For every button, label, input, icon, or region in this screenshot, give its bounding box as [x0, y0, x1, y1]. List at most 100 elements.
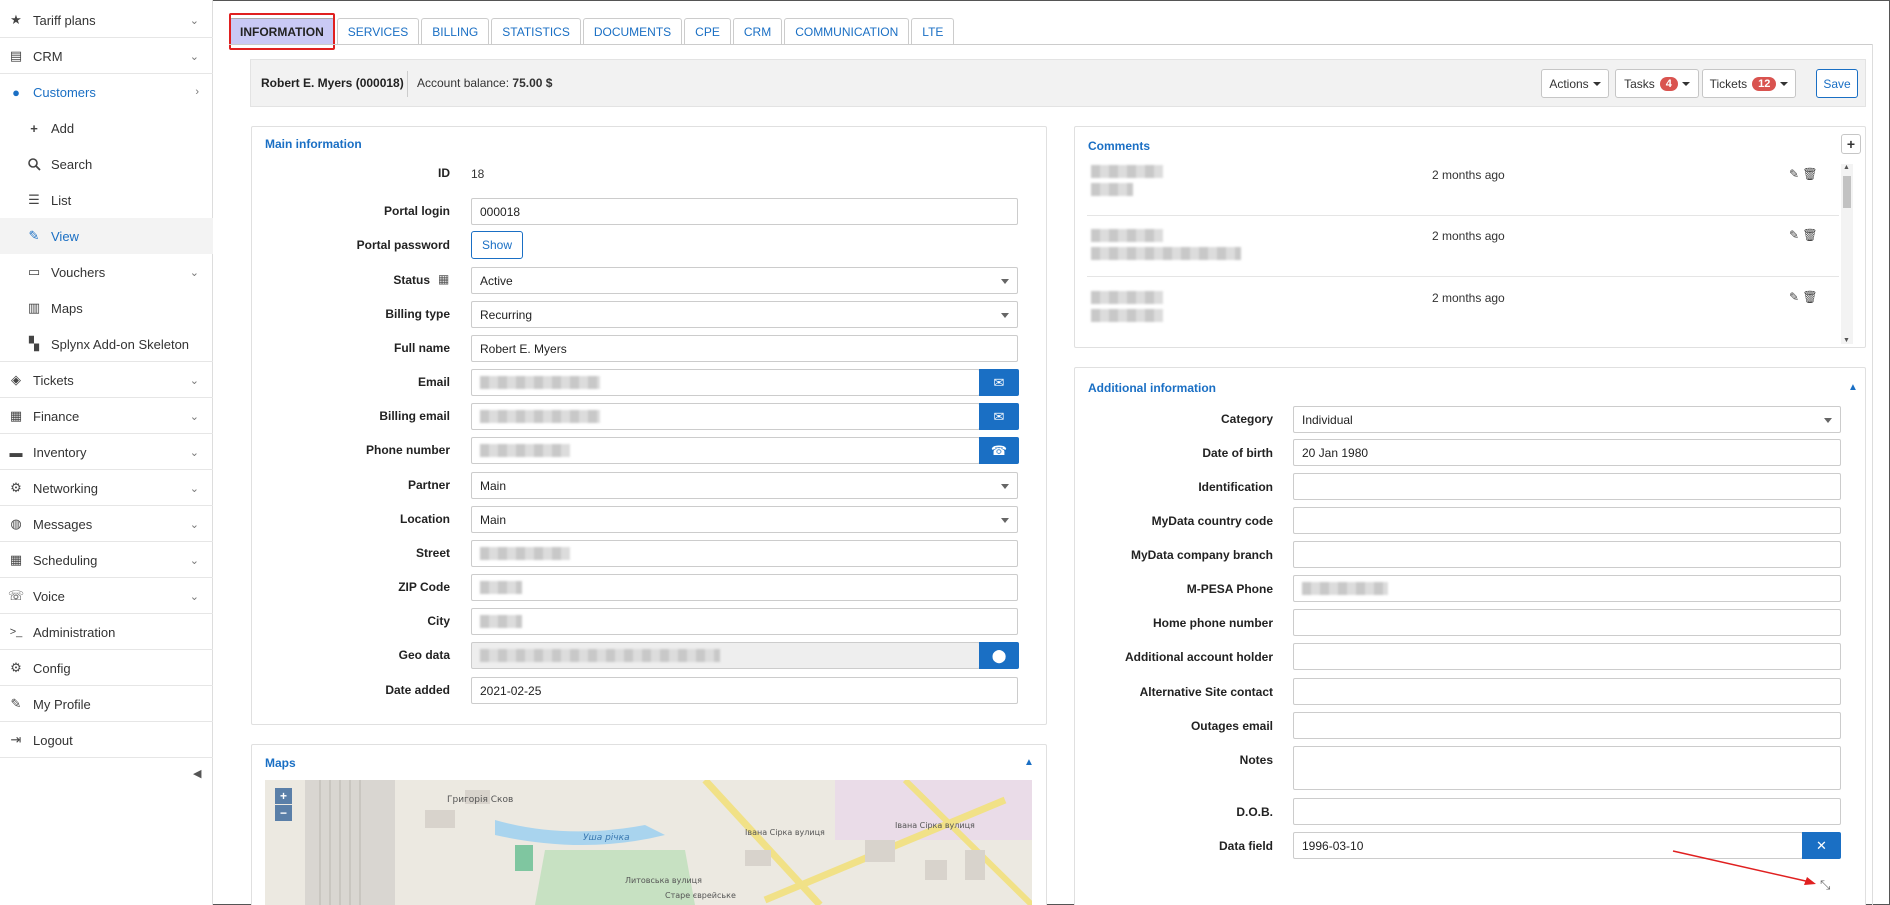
sidebar-item-tickets[interactable]: ◈ Tickets ⌄ — [0, 362, 213, 398]
sidebar-item-crm[interactable]: ▤ CRM ⌄ — [0, 38, 213, 74]
alternative-site-contact-input[interactable] — [1293, 678, 1841, 705]
chevron-down-icon: ⌄ — [189, 446, 199, 459]
chevron-down-icon: ⌄ — [189, 410, 199, 423]
customer-header-bar: Robert E. Myers (000018) Account balance… — [250, 59, 1866, 107]
date-of-birth-input[interactable]: 20 Jan 1980 — [1293, 439, 1841, 466]
save-button[interactable]: Save — [1816, 69, 1858, 98]
tab-communication[interactable]: COMMUNICATION — [784, 18, 910, 45]
sidebar-item-administration[interactable]: >_ Administration — [0, 614, 213, 650]
sidebar-item-list[interactable]: ☰ List — [0, 182, 213, 218]
sidebar-item-splynx-addon[interactable]: ▚ Splynx Add-on Skeleton — [0, 326, 213, 362]
mydata-company-branch-input[interactable] — [1293, 541, 1841, 568]
sidebar-collapse-icon[interactable]: ◀ — [193, 767, 201, 780]
notes-label: Notes — [1239, 753, 1273, 767]
mydata-country-code-input[interactable] — [1293, 507, 1841, 534]
email-label: Email — [417, 375, 450, 389]
outages-email-label: Outages email — [1190, 719, 1273, 733]
send-email-button[interactable]: ✉ — [979, 369, 1019, 396]
full-name-input[interactable]: Robert E. Myers — [471, 335, 1018, 362]
tab-crm[interactable]: CRM — [732, 18, 783, 45]
sidebar-item-logout[interactable]: ⇥ Logout — [0, 722, 213, 758]
map-view[interactable]: Григорія Сков Уша річка Івана Сірка вули… — [265, 780, 1032, 905]
comments-scrollbar[interactable]: ▲ ▼ — [1841, 164, 1853, 344]
call-phone-button[interactable]: ☎ — [979, 437, 1019, 464]
show-password-button[interactable]: Show — [471, 231, 524, 259]
phone-number-input[interactable] — [471, 437, 980, 464]
tickets-dropdown-button[interactable]: Tickets 12 — [1702, 69, 1796, 98]
resize-expand-icon[interactable]: ⤡ — [1820, 877, 1830, 893]
status-select[interactable]: Active — [471, 267, 1018, 294]
sidebar-item-maps[interactable]: ▥ Maps — [0, 290, 213, 326]
comment-item: 2 months ago ✎ 🗑 — [1087, 277, 1839, 337]
geo-data-input[interactable] — [471, 642, 980, 669]
search-icon — [26, 156, 42, 172]
tab-services[interactable]: SERVICES — [336, 18, 420, 45]
trash-icon[interactable]: 🗑 — [1802, 228, 1817, 242]
mpesa-phone-input[interactable] — [1293, 575, 1841, 602]
tasks-dropdown-button[interactable]: Tasks 4 — [1615, 69, 1699, 98]
sidebar-item-inventory[interactable]: ▬ Inventory ⌄ — [0, 434, 213, 470]
scroll-up-icon[interactable]: ▲ — [1843, 164, 1850, 171]
collapse-up-icon[interactable]: ▲ — [1024, 757, 1034, 768]
billing-type-select[interactable]: Recurring — [471, 301, 1018, 328]
sidebar-item-my-profile[interactable]: ✎ My Profile — [0, 686, 213, 722]
sidebar-item-tariff-plans[interactable]: ★ Tariff plans ⌄ — [0, 2, 213, 38]
email-input[interactable] — [471, 369, 980, 396]
trash-icon[interactable]: 🗑 — [1802, 167, 1817, 181]
geo-locate-button[interactable]: ⬤ — [979, 642, 1019, 669]
outages-email-input[interactable] — [1293, 712, 1841, 739]
calendar-icon[interactable]: ▦ — [438, 272, 449, 286]
scroll-down-icon[interactable]: ▼ — [1843, 337, 1850, 344]
sidebar-item-scheduling[interactable]: ▦ Scheduling ⌄ — [0, 542, 213, 578]
home-phone-number-input[interactable] — [1293, 609, 1841, 636]
send-billing-email-button[interactable]: ✉ — [979, 403, 1019, 430]
map-icon: ▥ — [27, 300, 41, 315]
actions-dropdown-button[interactable]: Actions — [1541, 69, 1609, 98]
category-select[interactable]: Individual — [1293, 406, 1841, 433]
sidebar-item-search[interactable]: Search — [0, 146, 213, 182]
sidebar-item-vouchers[interactable]: ▭ Vouchers ⌄ — [0, 254, 213, 290]
add-comment-button[interactable]: + — [1841, 134, 1861, 154]
notes-textarea[interactable] — [1293, 746, 1841, 790]
sidebar-item-messages[interactable]: ◍ Messages ⌄ — [0, 506, 213, 542]
caret-down-icon — [1592, 81, 1601, 86]
sidebar-item-view[interactable]: ✎ View — [0, 218, 213, 254]
map-zoom-out-button[interactable]: − — [275, 805, 292, 821]
date-added-input[interactable]: 2021-02-25 — [471, 677, 1018, 704]
location-select[interactable]: Main — [471, 506, 1018, 533]
identification-input[interactable] — [1293, 473, 1841, 500]
tab-billing[interactable]: BILLING — [421, 18, 490, 45]
sidebar-item-networking[interactable]: ⚙ Networking ⌄ — [0, 470, 213, 506]
billing-email-input[interactable] — [471, 403, 980, 430]
tab-cpe[interactable]: CPE — [684, 18, 731, 45]
tab-documents[interactable]: DOCUMENTS — [582, 18, 683, 45]
tab-lte[interactable]: LTE — [911, 18, 955, 45]
partner-select[interactable]: Main — [471, 472, 1018, 499]
collapse-up-icon[interactable]: ▲ — [1848, 382, 1858, 393]
portal-password-label: Portal password — [356, 238, 450, 252]
sidebar-item-add[interactable]: + Add — [0, 110, 213, 146]
street-input[interactable] — [471, 540, 1018, 567]
sidebar-item-customers[interactable]: ● Customers › — [0, 74, 213, 110]
map-zoom-in-button[interactable]: + — [275, 788, 292, 804]
scrollbar-thumb[interactable] — [1843, 176, 1851, 208]
edit-icon[interactable]: ✎ — [1789, 167, 1799, 181]
phone-icon: ☎ — [990, 442, 1008, 458]
svg-text:Литовська вулиця: Литовська вулиця — [625, 876, 702, 885]
edit-icon[interactable]: ✎ — [1789, 228, 1799, 242]
zip-code-input[interactable] — [471, 574, 1018, 601]
sidebar-item-finance[interactable]: ▦ Finance ⌄ — [0, 398, 213, 434]
svg-text:Старе єврейське: Старе єврейське — [665, 891, 736, 900]
edit-icon[interactable]: ✎ — [1789, 290, 1799, 304]
sidebar-item-voice[interactable]: ☏ Voice ⌄ — [0, 578, 213, 614]
sidebar-item-config[interactable]: ⚙ Config — [0, 650, 213, 686]
additional-account-holder-input[interactable] — [1293, 643, 1841, 670]
map-tiles: Григорія Сков Уша річка Івана Сірка вули… — [265, 780, 1032, 905]
dob-input[interactable] — [1293, 798, 1841, 825]
tab-statistics[interactable]: STATISTICS — [491, 18, 581, 45]
city-input[interactable] — [471, 608, 1018, 635]
portal-login-input[interactable]: 000018 — [471, 198, 1018, 225]
street-label: Street — [415, 546, 450, 560]
trash-icon[interactable]: 🗑 — [1802, 290, 1817, 304]
comment-time: 2 months ago — [1432, 168, 1505, 182]
